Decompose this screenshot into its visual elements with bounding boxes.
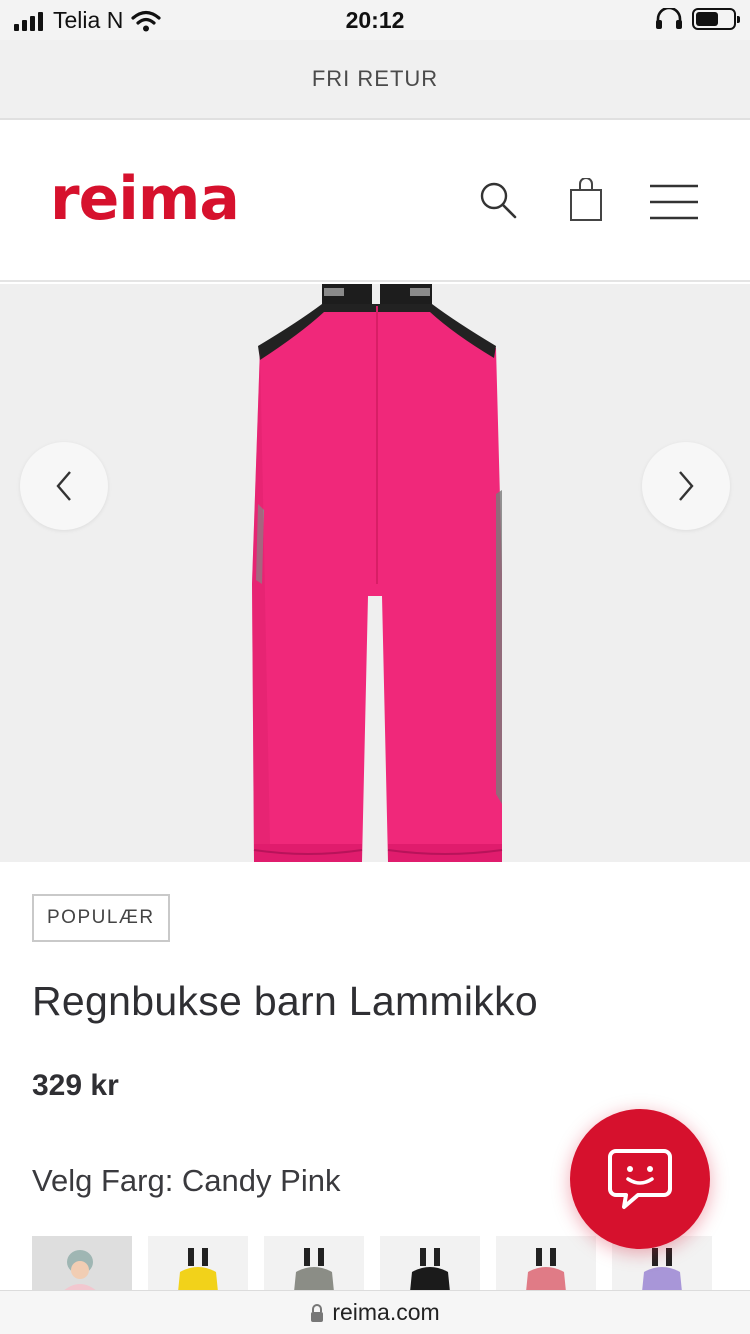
- menu-icon[interactable]: [650, 184, 698, 220]
- selected-color-label: Velg Farg: Candy Pink: [32, 1163, 341, 1198]
- swatch-pink[interactable]: [496, 1236, 596, 1292]
- status-bar: Telia N 20:12: [0, 0, 750, 40]
- child-photo-thumbnail: [32, 1236, 132, 1292]
- site-header: reima: [0, 122, 750, 282]
- battery-icon: [692, 8, 740, 30]
- pink-pants-thumbnail: [526, 1248, 566, 1292]
- color-swatches: [32, 1236, 712, 1292]
- swatch-black[interactable]: [380, 1236, 480, 1292]
- swatch-photo[interactable]: [32, 1236, 132, 1292]
- brand-logo[interactable]: reima: [50, 164, 240, 234]
- url-text: reima.com: [332, 1299, 440, 1325]
- product-gallery[interactable]: [0, 284, 750, 862]
- swatch-grey[interactable]: [264, 1236, 364, 1292]
- gallery-prev-button[interactable]: [20, 442, 108, 530]
- search-icon[interactable]: [478, 180, 518, 220]
- yellow-pants-thumbnail: [178, 1248, 218, 1292]
- chat-button[interactable]: [570, 1109, 710, 1249]
- chat-smiley-icon: [608, 1149, 672, 1209]
- bag-icon[interactable]: [566, 178, 606, 222]
- headphones-icon: [656, 8, 682, 29]
- lock-icon: [311, 1303, 324, 1322]
- browser-url-bar[interactable]: reima.com: [0, 1290, 750, 1334]
- status-right: [654, 8, 740, 30]
- product-title: Regnbukse barn Lammikko: [32, 978, 538, 1024]
- grey-pants-thumbnail: [294, 1248, 334, 1292]
- clock: 20:12: [345, 7, 405, 33]
- promo-banner[interactable]: FRI RETUR: [0, 40, 750, 120]
- chevron-left-icon: [56, 471, 71, 501]
- popular-badge: POPULÆR: [32, 894, 170, 942]
- chevron-right-icon: [679, 471, 694, 501]
- gallery-next-button[interactable]: [642, 442, 730, 530]
- black-pants-thumbnail: [410, 1248, 450, 1292]
- product-price: 329 kr: [32, 1069, 119, 1102]
- product-image: [252, 284, 503, 862]
- swatch-yellow[interactable]: [148, 1236, 248, 1292]
